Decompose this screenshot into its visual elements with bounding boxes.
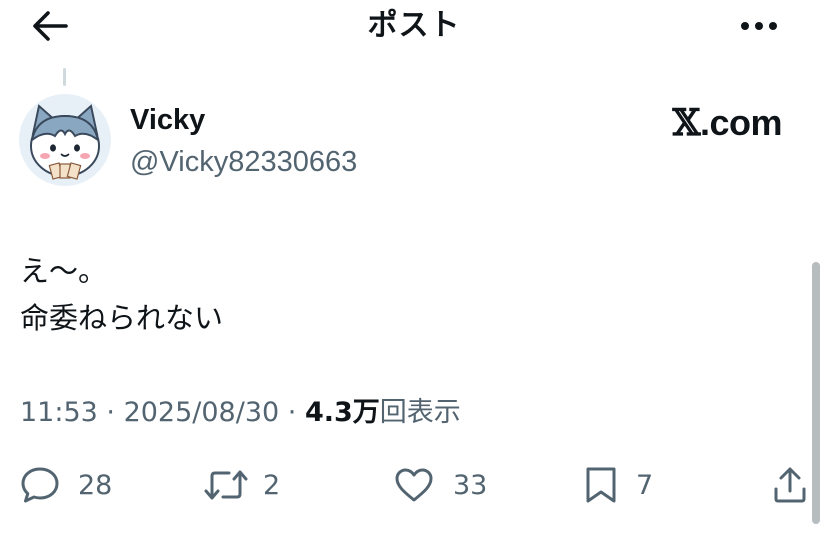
views-count[interactable]: 4.3万 [305, 397, 380, 428]
scrollbar[interactable] [812, 262, 820, 524]
top-bar: ポスト [0, 0, 828, 56]
share-upload-icon [774, 467, 806, 503]
meta-separator: · [279, 397, 305, 428]
post-text: え〜。 命委ねられない [20, 248, 223, 342]
cat-character-avatar-image [19, 94, 111, 186]
like-button[interactable]: 33 [393, 460, 487, 510]
repost-count: 2 [263, 469, 281, 501]
like-count: 33 [453, 469, 488, 501]
thread-connector-line [63, 68, 66, 86]
page-title: ポスト [367, 9, 461, 42]
bookmark-icon [586, 467, 616, 503]
more-dots-icon [741, 22, 777, 30]
views-suffix: 回表示 [379, 397, 461, 428]
reply-count: 28 [78, 469, 113, 501]
author-display-name[interactable]: Vicky [130, 102, 205, 138]
post-meta: 11:53 · 2025/08/30 · 4.3万回表示 [20, 395, 461, 431]
x-com-brand-label: 𝕏.com [672, 101, 783, 145]
repost-arrows-icon [204, 470, 248, 500]
post-text-line: 命委ねられない [20, 301, 224, 335]
author-handle[interactable]: @Vicky82330663 [130, 144, 357, 180]
post-time[interactable]: 11:53 [20, 397, 98, 428]
brand-suffix: .com [699, 102, 783, 143]
share-button[interactable] [770, 460, 810, 510]
x-logo-letter: 𝕏 [672, 102, 701, 144]
post-text-line: え〜。 [20, 254, 108, 288]
meta-separator: · [97, 397, 124, 428]
heart-icon [395, 468, 433, 502]
action-bar: 28 2 33 7 [0, 460, 828, 510]
reply-button[interactable]: 28 [20, 460, 112, 510]
more-button[interactable] [735, 6, 783, 46]
post-date[interactable]: 2025/08/30 [124, 397, 280, 428]
bookmark-button[interactable]: 7 [584, 460, 653, 510]
repost-button[interactable]: 2 [203, 460, 280, 510]
bookmark-count: 7 [636, 469, 654, 501]
reply-bubble-icon [21, 467, 59, 503]
avatar[interactable] [19, 94, 111, 186]
